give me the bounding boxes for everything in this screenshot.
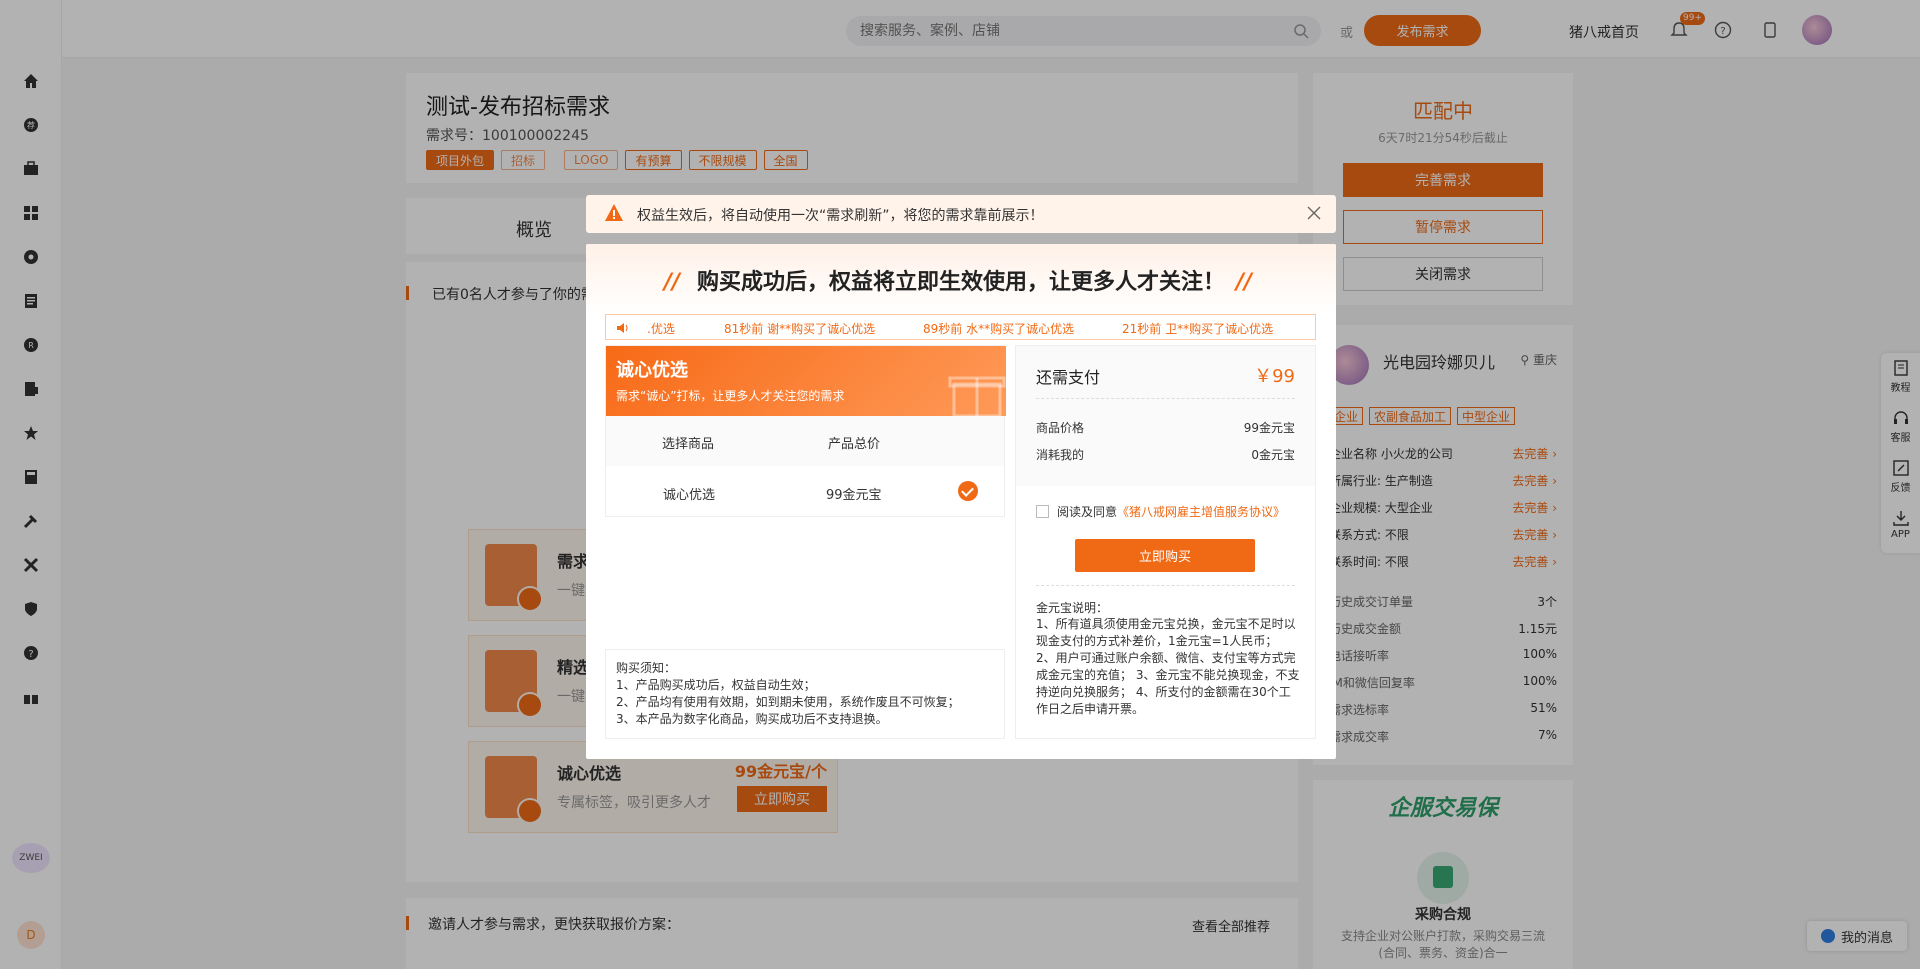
row-goods: 诚心优选 <box>663 488 716 503</box>
consume-row: 消耗我的 0金元宝 <box>1036 446 1295 463</box>
price-row: 商品价格 99金元宝 <box>1036 419 1295 436</box>
purchase-notes: 购买须知： 1、产品购买成功后，权益自动生效； 2、产品均有使用有效期，如到期未… <box>605 649 1005 739</box>
product-table-header: 选择商品 产品总价 <box>606 416 1004 466</box>
consume-label: 消耗我的 <box>1036 448 1085 462</box>
agreement-text: 阅读及同意 <box>1057 505 1118 519</box>
agreement-checkbox[interactable] <box>1036 505 1049 518</box>
warning-icon <box>605 204 623 221</box>
agreement-link[interactable]: 《猪八戒网雇主增值服务协议》 <box>1117 505 1285 519</box>
agreement-row: 阅读及同意《猪八戒网雇主增值服务协议》 <box>1036 503 1285 520</box>
price-value: 99金元宝 <box>1243 421 1295 435</box>
divider <box>1036 398 1295 399</box>
gold-title: 金元宝说明： <box>1036 601 1109 615</box>
ticker-item: 81秒前 谢**购买了诚心优选 <box>724 322 876 336</box>
notice-text: 权益生效后，将自动使用一次“需求刷新”，将您的需求靠前展示！ <box>637 208 1044 224</box>
gift-box-icon <box>948 376 1006 416</box>
notes-title: 购买须知： <box>616 661 677 675</box>
amount-due-value: ￥99 <box>1254 366 1295 387</box>
close-icon[interactable] <box>1306 205 1322 221</box>
amount-due-label: 还需支付 <box>1036 368 1101 387</box>
notice-bar: 权益生效后，将自动使用一次“需求刷新”，将您的需求靠前展示！ <box>586 195 1336 233</box>
selected-check-icon[interactable] <box>958 481 978 501</box>
col-total: 产品总价 <box>828 437 881 452</box>
product-row[interactable]: 诚心优选 99金元宝 <box>606 466 1004 516</box>
product-banner: 诚心优选 需求“诚心”打标，让更多人才关注您的需求 <box>606 346 1006 416</box>
consume-value: 0金元宝 <box>1251 448 1295 462</box>
speaker-icon <box>617 323 628 333</box>
purchase-ticker: .优选 81秒前 谢**购买了诚心优选 89秒前 水**购买了诚心优选 21秒前… <box>605 314 1316 340</box>
payment-panel: 还需支付 ￥99 商品价格 99金元宝 消耗我的 0金元宝 阅读及同意《猪八戒网雇主… <box>1015 345 1316 739</box>
right-quote-icon: // <box>1236 270 1253 295</box>
purchase-modal: // 购买成功后，权益将立即生效使用，让更多人才关注！ // .优选 81秒前 … <box>586 244 1336 759</box>
notes-line: 1、产品购买成功后，权益自动生效； <box>616 678 816 692</box>
buy-now-button[interactable]: 立即购买 <box>1075 539 1255 572</box>
notes-line: 3、本产品为数字化商品，购买成功后不支持退换。 <box>616 712 888 726</box>
product-panel: 诚心优选 需求“诚心”打标，让更多人才关注您的需求 选择商品 产品总价 诚心优选… <box>605 345 1006 517</box>
product-name: 诚心优选 <box>616 360 688 381</box>
ticker-item: .优选 <box>647 322 675 336</box>
price-label: 商品价格 <box>1036 421 1085 435</box>
row-total: 99金元宝 <box>826 488 882 503</box>
ticker-item: 89秒前 水**购买了诚心优选 <box>923 322 1075 336</box>
gold-text: 1、所有道具须使用金元宝兑换，金元宝不足时以现金支付的方式补差价，1金元宝=1人… <box>1036 617 1300 716</box>
divider <box>1036 585 1295 586</box>
product-tagline: 需求“诚心”打标，让更多人才关注您的需求 <box>616 389 845 403</box>
notes-line: 2、产品均有使用有效期，如到期未使用，系统作废且不可恢复； <box>616 695 960 709</box>
modal-title: 购买成功后，权益将立即生效使用，让更多人才关注！ <box>696 270 1225 295</box>
ticker-item: 21秒前 卫**购买了诚心优选 <box>1122 322 1274 336</box>
col-goods: 选择商品 <box>662 437 715 452</box>
